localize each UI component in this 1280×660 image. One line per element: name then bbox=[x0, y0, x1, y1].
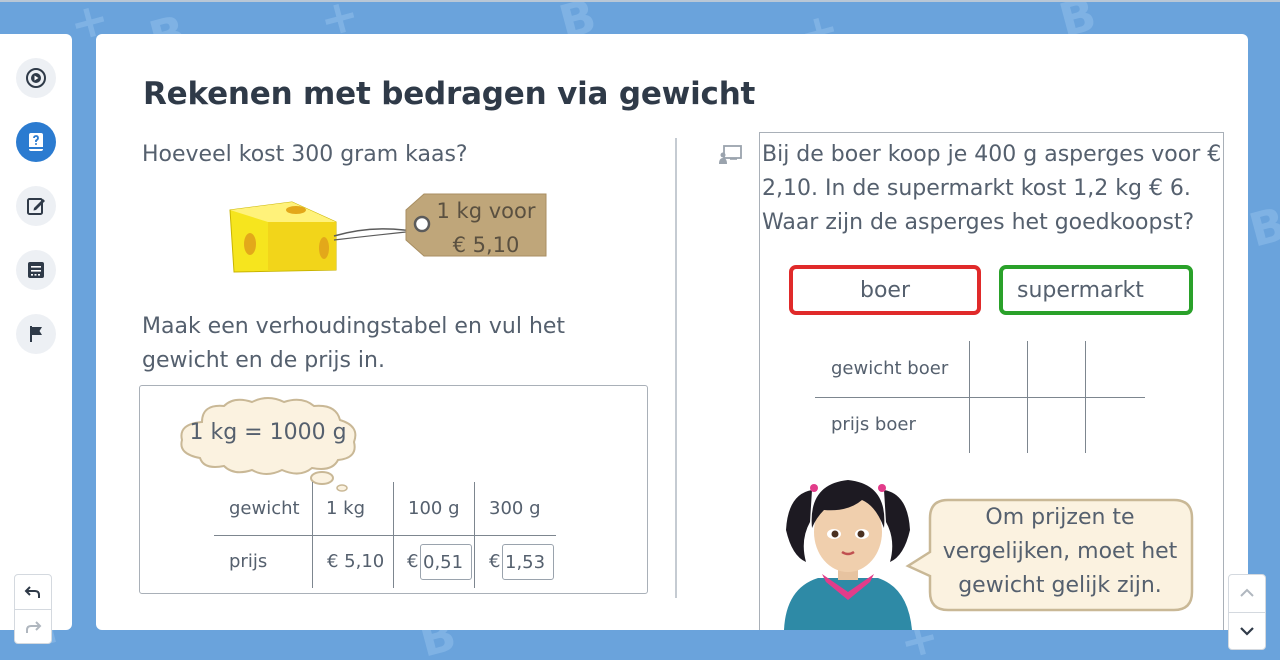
table-column-divider bbox=[312, 482, 313, 588]
table-column-divider bbox=[1085, 341, 1086, 453]
flag-icon bbox=[30, 326, 42, 342]
sidebar-item-lesson[interactable] bbox=[16, 122, 56, 162]
sidebar bbox=[0, 34, 72, 644]
assignment-question: Bij de boer koop je 400 g asperges voor … bbox=[762, 142, 1222, 235]
chevron-up-icon bbox=[1240, 588, 1254, 597]
undo-button[interactable] bbox=[15, 575, 51, 609]
edit-icon bbox=[27, 198, 45, 215]
lesson-book-icon bbox=[29, 133, 43, 151]
play-circle-icon bbox=[26, 68, 46, 88]
top-border bbox=[0, 0, 1280, 2]
price-tag-line2: € 5,10 bbox=[452, 233, 520, 257]
price-300g-input[interactable] bbox=[502, 544, 554, 580]
price-tag-line1: 1 kg voor bbox=[436, 199, 536, 223]
table-column-divider bbox=[393, 482, 394, 588]
row-header-price-boer: prijs boer bbox=[831, 414, 916, 435]
euro-sign: € bbox=[489, 551, 501, 572]
row-header-price: prijs bbox=[229, 551, 268, 572]
girl-character bbox=[784, 480, 912, 630]
row-header-weight-boer: gewicht boer bbox=[831, 358, 949, 379]
exercise-card: Rekenen met bedragen via gewicht Hoeveel… bbox=[96, 34, 1248, 630]
column-divider bbox=[675, 138, 677, 598]
scroll-down-button[interactable] bbox=[1229, 613, 1265, 649]
thought-bubble-text: 1 kg = 1000 g bbox=[189, 420, 347, 445]
table-row-divider bbox=[214, 535, 556, 536]
table-column-divider bbox=[474, 482, 475, 588]
redo-icon bbox=[26, 621, 42, 633]
row-header-weight: gewicht bbox=[229, 498, 300, 519]
sidebar-item-play[interactable] bbox=[16, 58, 56, 98]
table-column-divider bbox=[1027, 341, 1028, 453]
scroll-up-button[interactable] bbox=[1229, 575, 1265, 611]
choice-boer-button[interactable]: boer bbox=[789, 265, 981, 315]
choice-supermarkt-button[interactable]: supermarkt bbox=[999, 265, 1193, 315]
column-100g: 100 g bbox=[408, 498, 460, 519]
chevron-down-icon bbox=[1240, 627, 1254, 636]
price-tag-label: 1 kg voor € 5,10 bbox=[424, 194, 548, 262]
notes-icon bbox=[28, 262, 44, 278]
task-icon bbox=[719, 145, 742, 164]
euro-sign: € bbox=[407, 551, 419, 572]
instruction-text: Maak een verhoudingstabel en vul het gew… bbox=[142, 314, 566, 373]
column-300g: 300 g bbox=[489, 498, 541, 519]
sidebar-item-edit[interactable] bbox=[16, 186, 56, 226]
undo-redo-group bbox=[14, 574, 52, 644]
sidebar-item-flag[interactable] bbox=[16, 314, 56, 354]
table-column-divider bbox=[969, 341, 970, 453]
sidebar-item-notes[interactable] bbox=[16, 250, 56, 290]
question-text: Hoeveel kost 300 gram kaas? bbox=[142, 142, 468, 167]
price-1kg: € 5,10 bbox=[327, 551, 385, 572]
scroll-controls bbox=[1228, 574, 1266, 650]
table-row-divider bbox=[815, 397, 1145, 398]
speech-bubble-text: Om prijzen te vergelijken, moet het gewi… bbox=[942, 505, 1178, 598]
undo-icon bbox=[24, 586, 40, 598]
column-1kg: 1 kg bbox=[326, 498, 366, 519]
page-title: Rekenen met bedragen via gewicht bbox=[143, 76, 756, 112]
redo-button[interactable] bbox=[15, 610, 51, 644]
price-100g-input[interactable] bbox=[420, 544, 472, 580]
